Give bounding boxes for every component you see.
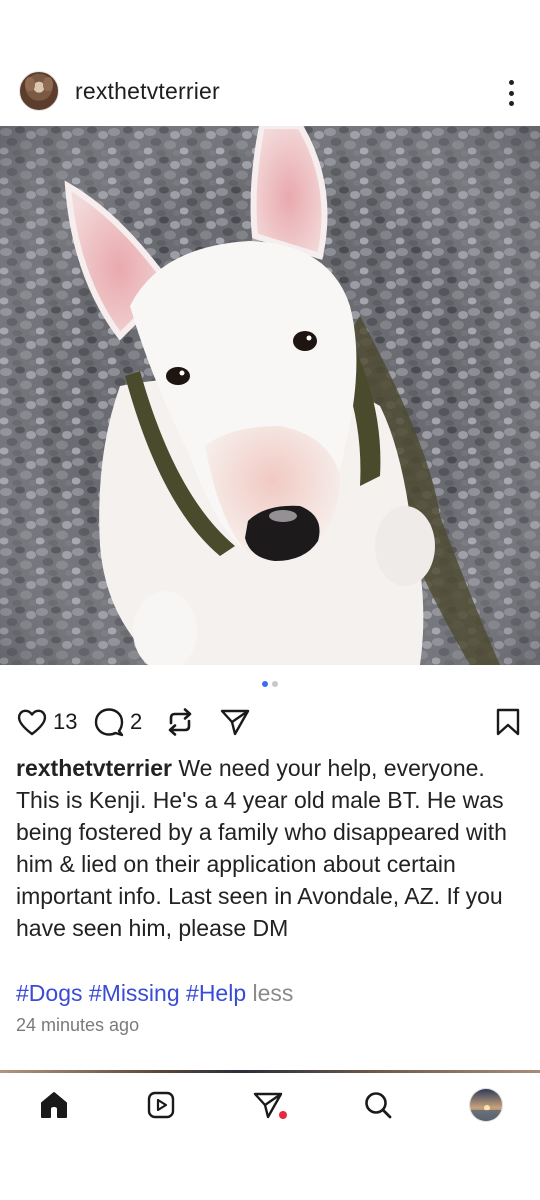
- share-button[interactable]: [219, 706, 251, 738]
- like-count: 13: [53, 709, 78, 734]
- carousel-dot: [272, 681, 278, 687]
- nav-home[interactable]: [36, 1087, 72, 1123]
- notification-dot: [279, 1111, 287, 1119]
- comment-button[interactable]: 2: [93, 706, 142, 738]
- bottom-navigation: [0, 1073, 540, 1137]
- nav-profile[interactable]: [468, 1087, 504, 1123]
- author-username[interactable]: rexthetvterrier: [75, 78, 220, 105]
- reels-icon: [147, 1091, 175, 1119]
- caption-username[interactable]: rexthetvterrier: [16, 755, 172, 781]
- search-icon: [365, 1092, 392, 1119]
- nav-reels[interactable]: [143, 1087, 179, 1123]
- profile-avatar: [469, 1088, 503, 1122]
- like-button[interactable]: 13: [16, 706, 77, 738]
- carousel-indicator: [0, 681, 540, 689]
- nav-direct-messages[interactable]: [252, 1087, 288, 1123]
- post-timestamp: 24 minutes ago: [16, 1015, 140, 1035]
- author-avatar[interactable]: [19, 71, 59, 111]
- post-photo[interactable]: [0, 126, 540, 665]
- home-icon: [41, 1092, 67, 1118]
- heart-icon: [17, 709, 47, 736]
- post-header: rexthetvterrier: [0, 70, 540, 114]
- save-button[interactable]: [495, 706, 521, 738]
- bookmark-icon: [496, 708, 520, 736]
- carousel-dot-active: [262, 681, 268, 687]
- post-caption: rexthetvterrier We need your help, every…: [16, 752, 526, 944]
- collapse-caption-link[interactable]: less: [253, 980, 294, 1006]
- comment-icon: [94, 708, 124, 737]
- repost-button[interactable]: [165, 706, 195, 738]
- direct-messages-icon: [253, 1092, 287, 1119]
- hashtag-row: #Dogs #Missing #Help less: [16, 977, 293, 1009]
- post-actions: 13 2: [0, 702, 540, 742]
- more-vertical-icon[interactable]: [498, 78, 524, 108]
- hashtag-link[interactable]: #Missing: [89, 980, 180, 1006]
- caption-text: We need your help, everyone. This is Ken…: [16, 755, 507, 941]
- hashtag-link[interactable]: #Dogs: [16, 980, 82, 1006]
- comment-count: 2: [130, 709, 143, 734]
- send-icon: [220, 709, 250, 736]
- hashtag-link[interactable]: #Help: [186, 980, 246, 1006]
- repost-icon: [168, 708, 192, 736]
- nav-search[interactable]: [360, 1087, 396, 1123]
